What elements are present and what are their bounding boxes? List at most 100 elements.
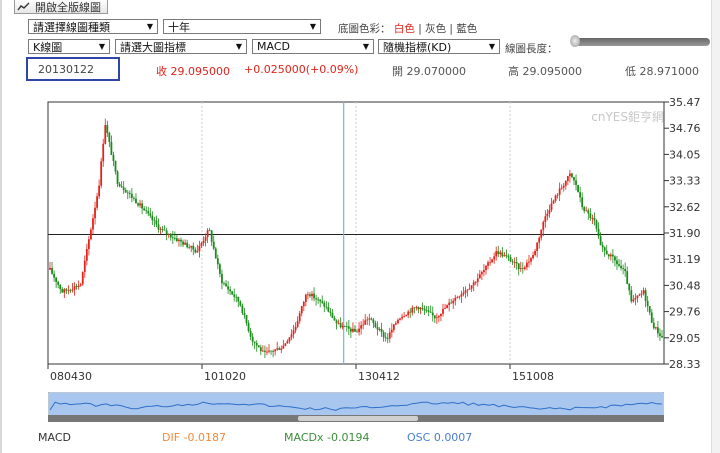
candle-body (581, 197, 584, 208)
y-tick-label: 28.33 (669, 358, 701, 371)
candle-body (515, 262, 518, 264)
price-chart[interactable]: 35.47 34.76 34.05 33.33 32.62 31.90 31.19 30.48… (0, 90, 712, 390)
page-scrollbar[interactable] (711, 0, 720, 453)
sub-indicator-select[interactable]: MACD ▼ (252, 39, 374, 54)
stochastic-select[interactable]: 隨機指標(KD) ▼ (378, 39, 500, 54)
candle-body (55, 277, 58, 282)
candle-body (409, 311, 412, 313)
candle-body (245, 315, 248, 324)
candle-body (157, 224, 160, 230)
navigator-selection[interactable] (49, 393, 663, 415)
candle-body (509, 257, 512, 262)
candle-body (458, 296, 461, 298)
kline-select[interactable]: K線圖 ▼ (28, 39, 110, 54)
candle-body (644, 290, 647, 301)
chevron-down-icon: ▼ (98, 42, 105, 51)
navigator-scroll-thumb[interactable] (298, 416, 418, 421)
candle-body (249, 330, 252, 337)
candle-body (591, 218, 594, 219)
candle-body (501, 252, 504, 257)
candle-body (71, 289, 74, 291)
candle-body (511, 261, 514, 263)
candle-body (337, 323, 340, 325)
candle-body (657, 327, 659, 334)
candle-body (77, 285, 80, 287)
candle-body (382, 332, 385, 338)
candle-body (462, 292, 465, 295)
candle-body (437, 316, 440, 318)
candle-body (589, 213, 592, 219)
candle-body (450, 302, 453, 304)
quote-date-value: 20130122 (38, 62, 94, 76)
candle-body (362, 324, 365, 326)
range-navigator[interactable] (48, 392, 664, 422)
candle-body (599, 236, 602, 246)
candle-body (528, 261, 530, 263)
candle-body (343, 325, 346, 327)
line-length-slider[interactable] (574, 38, 710, 46)
candle-body (327, 307, 330, 312)
candle-body (313, 293, 315, 299)
candle-body (661, 335, 663, 338)
candle-body (126, 192, 129, 194)
candle-body (208, 230, 211, 232)
candle-body (384, 337, 387, 339)
candle-body (413, 307, 416, 309)
candle-body (241, 305, 244, 313)
candle-body (278, 348, 281, 350)
quote-change: +0.025000(+0.09%) (244, 63, 359, 76)
candle-body (405, 315, 408, 317)
candle-body (417, 306, 420, 310)
main-indicator-select[interactable]: 請選大圖指標 ▼ (115, 39, 247, 54)
candle-body (587, 210, 590, 214)
bg-color-options: 底圖色彩： 白色 | 灰色 | 藍色 (338, 21, 477, 36)
candle-body (368, 318, 371, 320)
line-length-slider-handle[interactable] (570, 35, 580, 47)
candle-body (423, 308, 426, 311)
period-select[interactable]: 十年 ▼ (163, 19, 321, 34)
candle-body (229, 289, 232, 292)
candle-body (65, 289, 68, 291)
candle-body (390, 329, 393, 333)
separator: | (418, 23, 422, 35)
x-tick-label: 101020 (204, 370, 246, 383)
candle-body (90, 229, 92, 240)
candle-body (640, 293, 643, 295)
candle-body (171, 237, 174, 239)
candle-body (431, 312, 434, 316)
candle-body (554, 195, 557, 201)
candle-body (648, 306, 651, 313)
plot-frame (47, 101, 665, 365)
candle-body (654, 327, 657, 329)
candle-body (495, 251, 498, 257)
y-tick-label: 29.76 (669, 306, 701, 319)
candle-body (444, 307, 446, 309)
bg-gray-link[interactable]: 灰色 (425, 23, 446, 35)
candle-body (339, 323, 342, 328)
osc-value: OSC 0.0007 (407, 431, 473, 444)
candle-body (237, 296, 240, 302)
open-fullscreen-button[interactable]: 開啟全版線圖 (14, 0, 108, 14)
candle-body (333, 317, 336, 321)
candle-body (399, 318, 401, 320)
candle-body (652, 322, 655, 329)
quote-open: 開 29.070000 (392, 65, 466, 78)
x-tick-label: 080430 (50, 370, 92, 383)
y-tick-label: 31.90 (669, 227, 701, 240)
candle-body (169, 233, 172, 238)
x-tick-label: 151008 (512, 370, 554, 383)
candle-body (526, 262, 528, 268)
quote-low: 低 28.971000 (625, 65, 699, 78)
candle-body (57, 281, 60, 285)
candle-body (81, 271, 84, 285)
candle-body (235, 296, 238, 298)
chart-type-select[interactable]: 請選擇線圖種類 ▼ (28, 19, 158, 34)
candle-body (155, 220, 158, 225)
candle-body (83, 260, 86, 272)
candle-body (59, 284, 62, 290)
candle-body (472, 282, 475, 286)
bg-blue-link[interactable]: 藍色 (456, 23, 477, 35)
bg-white-link[interactable]: 白色 (394, 23, 415, 35)
candle-body (53, 273, 55, 278)
candle-body (452, 300, 455, 304)
